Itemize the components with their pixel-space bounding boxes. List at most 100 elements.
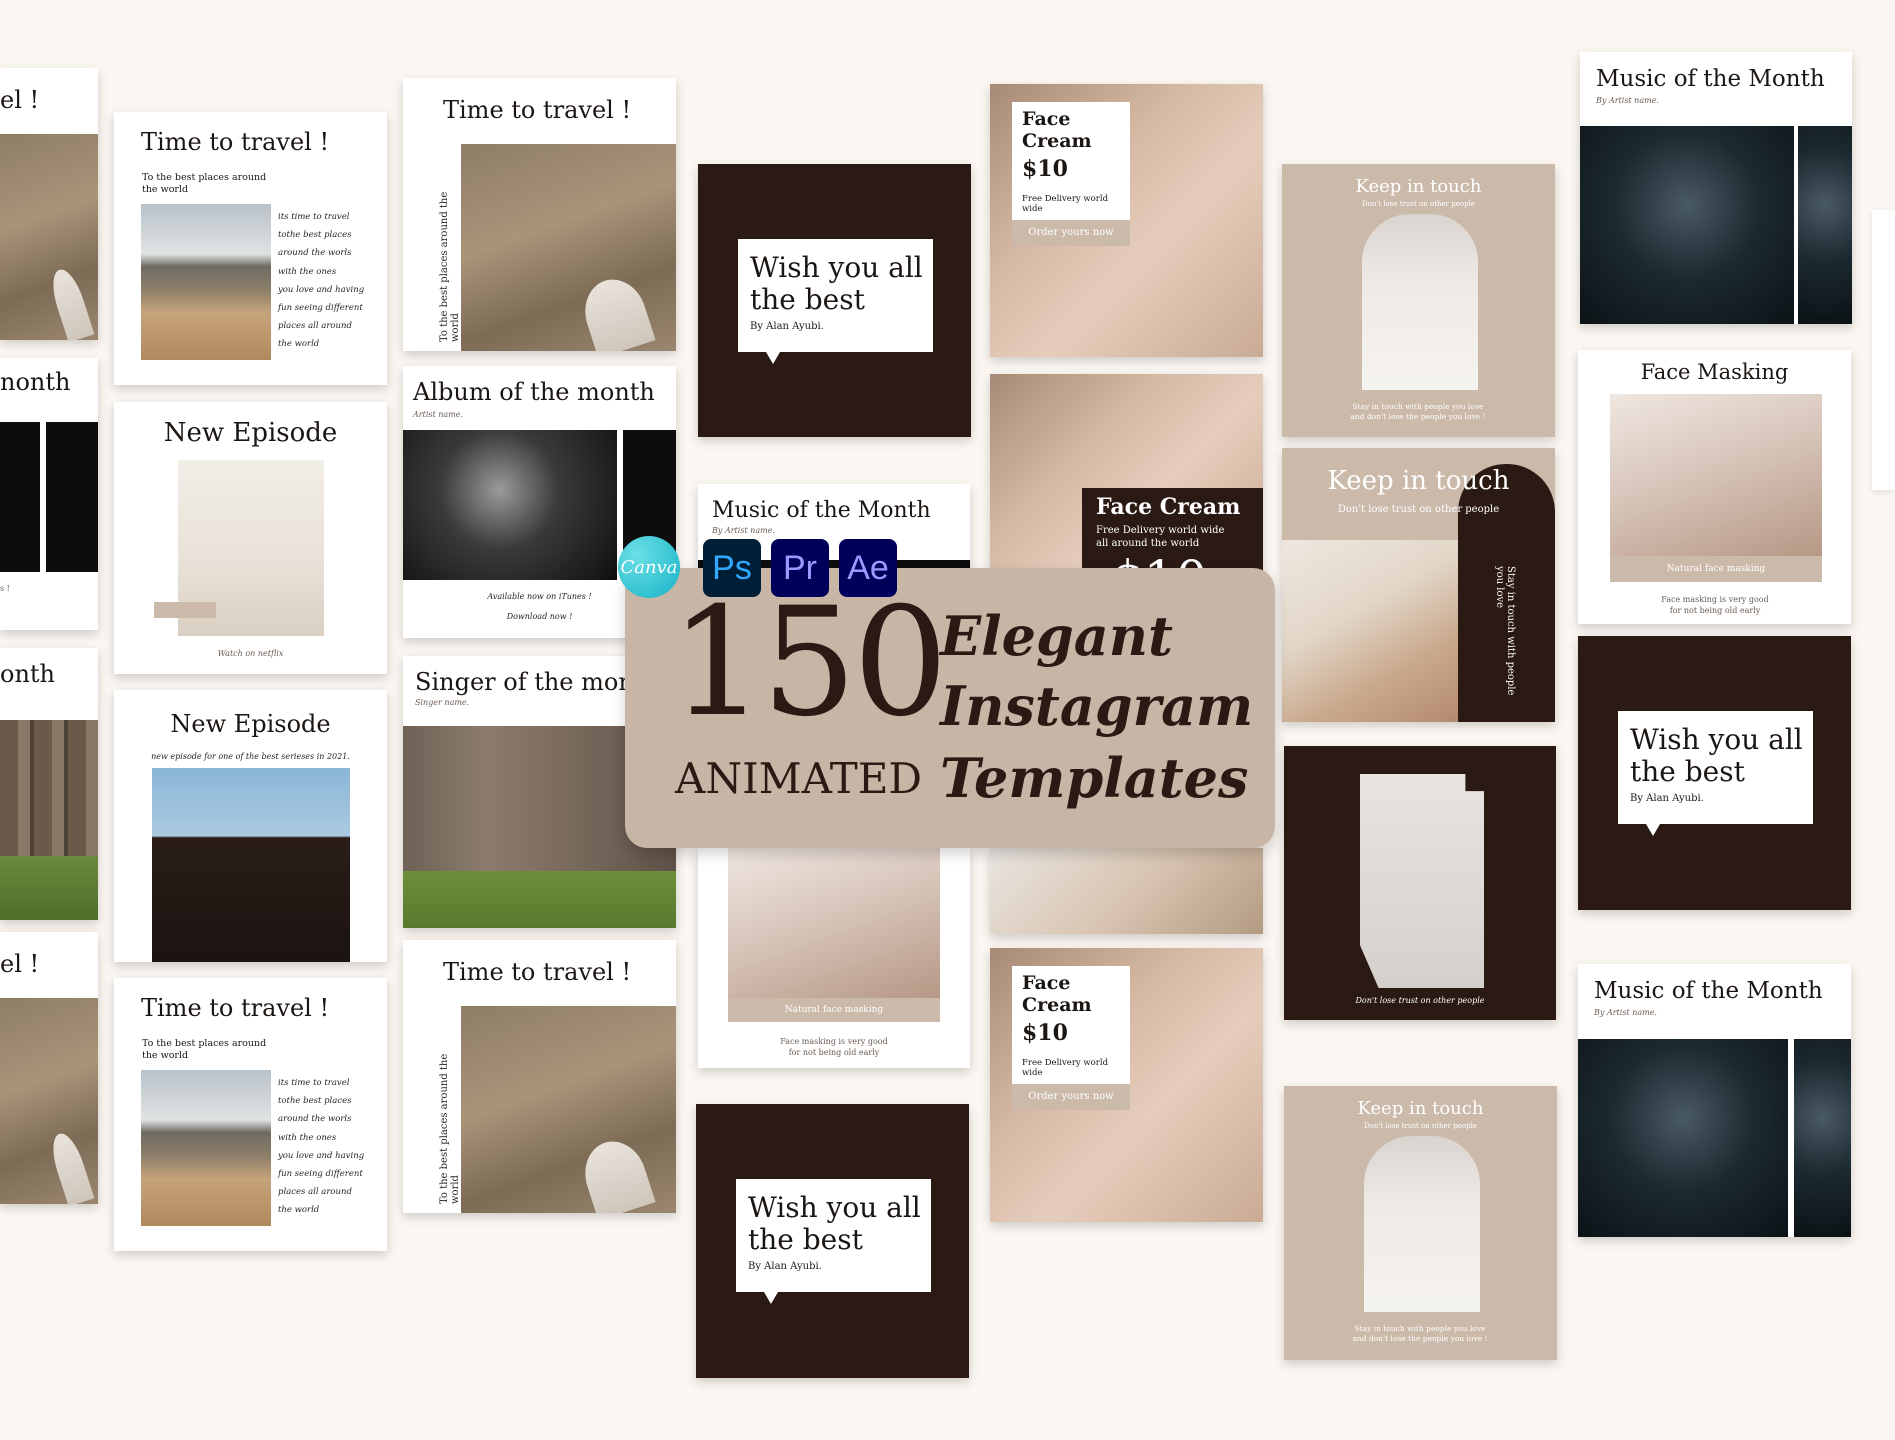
family-photo	[1360, 774, 1484, 988]
wish-line-2: the best	[750, 283, 865, 316]
artist-name: Artist name.	[413, 410, 464, 419]
cream-card-3: Face Cream $10 Free Delivery world wide …	[990, 948, 1263, 1222]
cream-dark-panel: Face Cream Free Delivery world wide all …	[1082, 488, 1263, 574]
mountain-photo	[141, 204, 271, 360]
card-subtitle: Don't lose trust on other people	[1364, 1122, 1477, 1130]
card-title: nonth	[0, 368, 71, 396]
sand-photo	[461, 1006, 676, 1213]
card-subtitle: To the best places around the world	[142, 1038, 267, 1061]
card-footer: Watch on netflix	[217, 649, 284, 658]
singer-photo	[1580, 126, 1794, 324]
mask-card-partial: Natural face masking Face masking is ver…	[698, 848, 970, 1068]
wish-card-2: Wish you all the best By Alan Ayubi.	[696, 1104, 969, 1378]
keep-card-2: Keep in touch Don't lose trust on other …	[1282, 448, 1555, 722]
cream-price: $10	[1022, 156, 1068, 182]
keep-card: Keep in touch Don't lose trust on other …	[1282, 164, 1555, 437]
travel-card-cut-1: el !	[0, 68, 98, 340]
after-effects-icon: Ae	[839, 539, 897, 597]
premiere-icon: Pr	[771, 539, 829, 597]
sand-photo	[0, 998, 98, 1204]
order-button[interactable]: Order yours now	[1012, 220, 1130, 246]
card-subtitle: To the best places around the world	[142, 172, 267, 195]
cream-card: Face Cream $10 Free Delivery world wide …	[990, 84, 1263, 357]
singer-photo	[403, 430, 617, 580]
cream-title: Face Cream	[1096, 494, 1241, 520]
artist-name: By Artist name.	[712, 526, 775, 535]
card-title: Face Masking	[1640, 360, 1789, 384]
wish-author: By Alan Ayubi.	[1630, 793, 1704, 804]
wish-author: By Alan Ayubi.	[748, 1261, 822, 1272]
mountain-photo	[141, 1070, 271, 1226]
banner-line-2: Instagram	[940, 674, 1254, 738]
fence-photo	[0, 720, 98, 920]
speech-bubble: Wish you all the best By Alan Ayubi.	[736, 1179, 931, 1304]
sand-photo	[0, 134, 98, 340]
cream-box: Face Cream $10 Free Delivery world wide	[1012, 102, 1130, 220]
cream-title: Face Cream	[1022, 108, 1092, 152]
banner-line-1: Elegant	[940, 604, 1173, 668]
card-footer: Stay in touch with people you love and d…	[1350, 402, 1486, 421]
banner-number: 150	[670, 576, 948, 750]
wish-author: By Alan Ayubi.	[750, 321, 824, 332]
singer-photo	[1798, 126, 1852, 324]
wish-line-1: Wish you all	[750, 251, 923, 284]
vertical-caption: To the best places around the world	[439, 191, 461, 342]
music-card-cut-2: onth	[0, 648, 98, 920]
travel-card-2: Time to travel ! To the best places arou…	[114, 978, 387, 1251]
wish-line-2: the best	[748, 1223, 863, 1256]
mask-photo	[1610, 394, 1822, 556]
singer-photo	[1794, 1039, 1851, 1237]
mask-footer: Face masking is very good for not being …	[1661, 595, 1769, 615]
cream-price: $10	[1022, 1020, 1068, 1046]
card-title: Time to travel !	[443, 96, 632, 124]
banner-animated: ANIMATED	[675, 754, 923, 803]
wish-card: Wish you all the best By Alan Ayubi.	[698, 164, 971, 437]
mother-photo	[990, 848, 1263, 934]
travel-vertical-card: Time to travel ! To the best places arou…	[403, 78, 676, 351]
card-title: Keep in touch	[1357, 1098, 1484, 1119]
card-title: Time to travel !	[443, 958, 632, 986]
wish-line-1: Wish you all	[1630, 723, 1803, 756]
vertical-caption: Stay in touch with people you love	[1494, 566, 1516, 696]
accent-bar	[154, 602, 216, 618]
right-edge-strip	[1872, 210, 1895, 490]
travel-card-cut-2: el !	[0, 932, 98, 1204]
wish-line-2: the best	[1630, 755, 1745, 788]
vertical-caption: To the best places around the world	[439, 1053, 461, 1204]
music-card-2: Music of the Month By Artist name.	[1578, 964, 1851, 1237]
artist-name: By Artist name.	[1596, 96, 1659, 105]
banner-line-3: Templates	[940, 746, 1249, 810]
mask-card: Face Masking Natural face masking Face m…	[1578, 350, 1851, 624]
hands-photo	[1282, 540, 1458, 722]
keep-card-3: Keep in touch Don't lose trust on other …	[1284, 1086, 1557, 1360]
bride-photo	[1362, 214, 1478, 390]
bride-photo	[1364, 1136, 1480, 1312]
artist-name: By Artist name.	[1594, 1008, 1657, 1017]
travel-body: its time to travel tothe best places aroun…	[278, 1078, 365, 1216]
cream-title: Face Cream	[1022, 972, 1092, 1016]
singer-photo	[1578, 1039, 1788, 1237]
sand-photo	[461, 144, 676, 351]
artist-name: Singer name.	[415, 698, 470, 707]
family-card: Don't lose trust on other people	[1284, 746, 1556, 1020]
card-title: Music of the Month	[1596, 66, 1825, 92]
card-title: el !	[0, 950, 40, 978]
card-footer: Stay in touch with people you love and d…	[1352, 1324, 1488, 1343]
caption: s !	[0, 584, 10, 593]
card-title: Singer of the month	[415, 668, 659, 696]
music-card: Music of the Month By Artist name.	[1580, 52, 1852, 324]
title-banner: 150 ANIMATED Elegant Instagram Templates	[625, 568, 1275, 848]
card-title: Music of the Month	[1594, 978, 1823, 1004]
order-button[interactable]: Order yours now	[1012, 1084, 1130, 1110]
episode-card: New Episode Watch on netflix	[114, 402, 387, 674]
cream-delivery: Free Delivery world wide	[1022, 1058, 1109, 1078]
card-title: onth	[0, 660, 56, 688]
mask-label: Natural face masking	[728, 998, 940, 1022]
speech-bubble: Wish you all the best By Alan Ayubi.	[738, 239, 933, 364]
cream-delivery: Free Delivery world wide	[1022, 194, 1109, 214]
music-card-cut-1: nonth s !	[0, 358, 98, 630]
travel-body: its time to travel tothe best places aroun…	[278, 212, 365, 350]
card-title: Time to travel !	[141, 128, 330, 156]
card-subtitle: Don't lose trust on other people	[1362, 200, 1475, 208]
card-title: Album of the month	[413, 378, 655, 406]
